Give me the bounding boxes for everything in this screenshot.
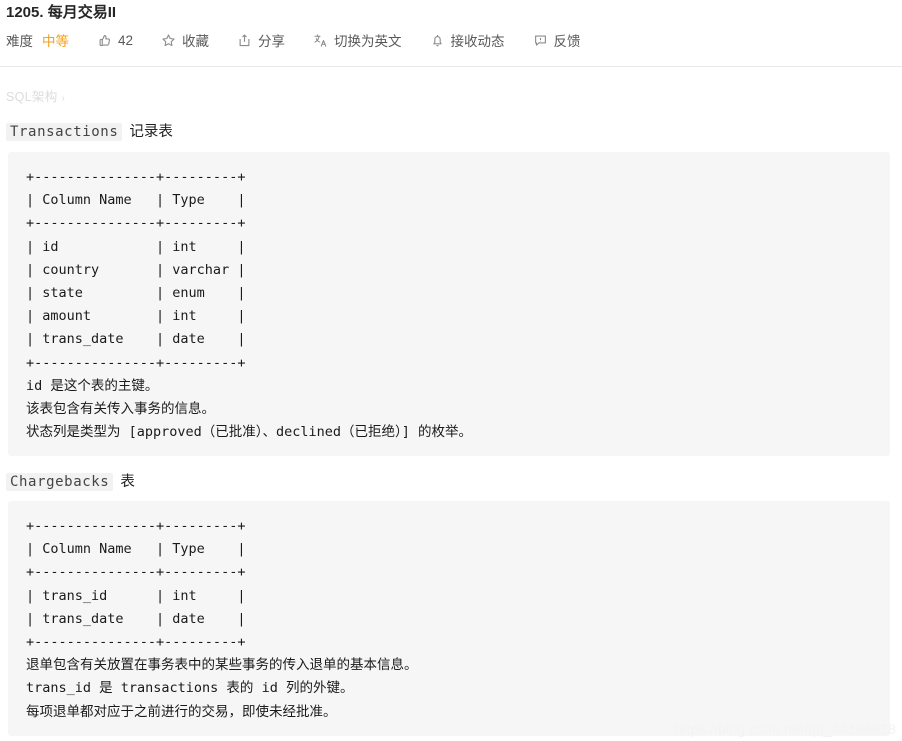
breadcrumb[interactable]: SQL架构 › — [6, 86, 65, 105]
notes-transactions: id 是这个表的主键。 该表包含有关传入事务的信息。 状态列是类型为 [appr… — [26, 377, 473, 441]
translate-label: 切换为英文 — [334, 34, 402, 49]
breadcrumb-label: SQL架构 — [6, 90, 58, 104]
share-button[interactable]: 分享 — [237, 30, 285, 50]
subscribe-button[interactable]: 接收动态 — [430, 30, 505, 50]
chevron-right-icon: › — [61, 93, 66, 104]
watermark: https://blog.csdn.net/qq_44186838 — [674, 721, 896, 737]
feedback-icon — [533, 33, 548, 48]
bell-icon — [430, 33, 445, 48]
page-root: 1205. 每月交易II 难度 中等 42 收藏 分享 切换为英文 接收动态 反… — [0, 0, 902, 741]
difficulty-label: 难度 — [6, 34, 33, 49]
notes-chargebacks: 退单包含有关放置在事务表中的某些事务的传入退单的基本信息。 trans_id 是… — [26, 657, 418, 720]
translate-icon — [313, 33, 328, 48]
favorite-label: 收藏 — [182, 34, 210, 49]
section-heading-chargebacks: Chargebacks 表 — [6, 470, 135, 491]
like-button[interactable]: 42 — [97, 33, 133, 48]
feedback-label: 反馈 — [553, 34, 581, 49]
share-icon — [237, 33, 252, 48]
share-label: 分享 — [258, 34, 286, 49]
feedback-button[interactable]: 反馈 — [533, 30, 581, 50]
difficulty-value: 中等 — [42, 34, 69, 49]
table-name-transactions-suffix: 记录表 — [129, 124, 173, 140]
table-name-chargebacks-suffix: 表 — [120, 474, 135, 490]
thumbs-up-icon — [97, 33, 112, 48]
star-icon — [161, 33, 176, 48]
ascii-table-chargebacks: +---------------+---------+ | Column Nam… — [26, 518, 246, 651]
section-heading-transactions: Transactions 记录表 — [6, 120, 173, 141]
favorite-button[interactable]: 收藏 — [161, 30, 209, 50]
ascii-table-transactions: +---------------+---------+ | Column Nam… — [26, 169, 246, 371]
page-title: 1205. 每月交易II — [6, 4, 117, 21]
difficulty-indicator: 难度 中等 — [6, 30, 69, 50]
code-block-chargebacks: +---------------+---------+ | Column Nam… — [8, 501, 890, 736]
subscribe-label: 接收动态 — [450, 34, 505, 49]
translate-button[interactable]: 切换为英文 — [313, 30, 402, 50]
like-count: 42 — [118, 32, 134, 48]
problem-toolbar: 难度 中等 42 收藏 分享 切换为英文 接收动态 反馈 — [6, 30, 609, 50]
table-name-chargebacks: Chargebacks — [6, 473, 114, 491]
code-block-transactions: +---------------+---------+ | Column Nam… — [8, 152, 890, 457]
table-name-transactions: Transactions — [6, 123, 123, 141]
header-divider — [0, 66, 902, 67]
